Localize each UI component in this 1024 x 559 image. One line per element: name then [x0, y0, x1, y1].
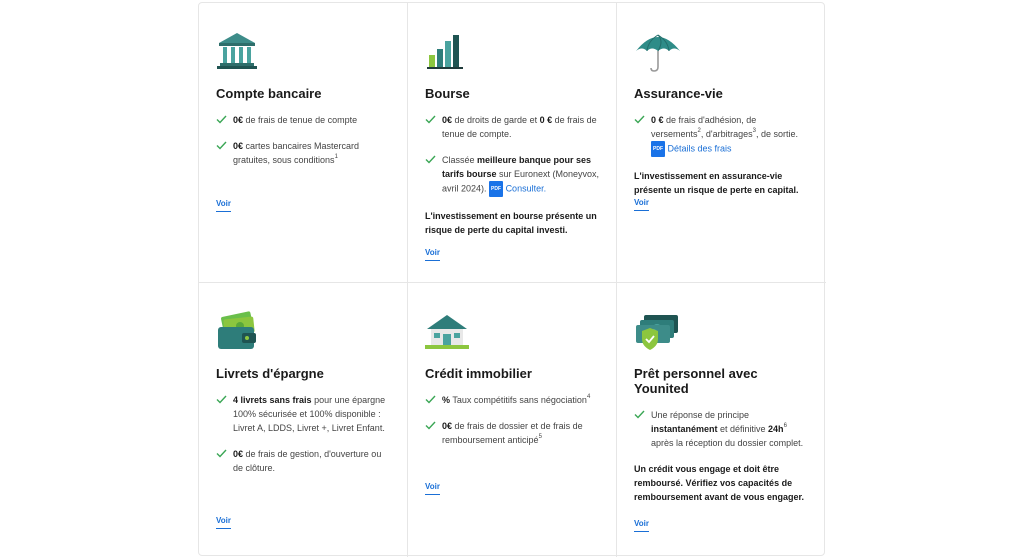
- card-title: Livrets d'épargne: [216, 366, 324, 381]
- feature-bold: 0€: [233, 115, 244, 125]
- card-title: Assurance-vie: [634, 86, 723, 101]
- feature-item: 0€ de frais de gestion, d'ouverture ou d…: [216, 447, 391, 475]
- footnote-ref[interactable]: 5: [539, 434, 542, 440]
- footnote-ref[interactable]: 6: [784, 423, 787, 429]
- consulter-link[interactable]: Consulter.: [506, 183, 547, 193]
- feature-text: de frais de gestion, d'ouverture ou de c…: [233, 449, 382, 473]
- check-icon: [216, 449, 227, 458]
- card-credit-immobilier: Crédit immobilier % Taux compétitifs san…: [408, 283, 617, 557]
- wallet-icon: [216, 311, 391, 351]
- feature-item: 0€ cartes bancaires Mastercard gratuites…: [216, 139, 391, 167]
- check-icon: [216, 395, 227, 404]
- house-icon: [425, 311, 600, 351]
- footnote-ref[interactable]: 4: [587, 394, 590, 400]
- feature-bold: 0€: [233, 141, 244, 151]
- risk-warning: Un crédit vous engage et doit être rembo…: [634, 464, 805, 502]
- check-icon: [425, 395, 436, 404]
- pdf-badge: PDF: [489, 181, 504, 197]
- feature-item: % Taux compétitifs sans négociation4: [425, 393, 600, 407]
- check-icon: [634, 410, 645, 419]
- feature-text: après la réception du dossier complet.: [651, 438, 804, 448]
- feature-text: et définitive: [717, 424, 769, 434]
- risk-warning: L'investissement en assurance-vie présen…: [634, 171, 799, 195]
- feature-bold: 24h: [768, 424, 784, 434]
- check-icon: [425, 115, 436, 124]
- feature-item: Classée meilleure banque pour ses tarifs…: [425, 153, 600, 197]
- offers-grid: Compte bancaire 0€ de frais de tenue de …: [198, 2, 826, 557]
- feature-bold: 0€: [233, 449, 244, 459]
- footnote-ref[interactable]: 2: [698, 128, 701, 134]
- umbrella-icon: [634, 31, 810, 72]
- feature-item: Une réponse de principe instantanément e…: [634, 408, 810, 450]
- card-compte-bancaire: Compte bancaire 0€ de frais de tenue de …: [199, 3, 408, 283]
- feature-item: 0 € de frais d'adhésion, de versements2,…: [634, 113, 810, 157]
- voir-link[interactable]: Voir: [634, 198, 649, 211]
- details-frais-link[interactable]: Détails des frais: [668, 143, 732, 153]
- feature-bold: 0€: [442, 421, 453, 431]
- check-icon: [425, 155, 436, 164]
- feature-text: Classée: [442, 155, 478, 165]
- card-assurance-vie: Assurance-vie 0 € de frais d'adhésion, d…: [617, 3, 826, 283]
- card-title: Prêt personnel avec Younited: [634, 366, 758, 396]
- voir-link[interactable]: Voir: [634, 519, 649, 532]
- card-bourse: Bourse 0€ de droits de garde et 0 € de f…: [408, 3, 617, 283]
- voir-link[interactable]: Voir: [425, 482, 440, 495]
- feature-item: 0€ de droits de garde et 0 € de frais de…: [425, 113, 600, 141]
- feature-item: 0€ de frais de tenue de compte: [216, 113, 391, 127]
- card-livrets-epargne: Livrets d'épargne 4 livrets sans frais p…: [199, 283, 408, 557]
- check-icon: [216, 141, 227, 150]
- bank-icon: [216, 31, 391, 71]
- feature-text: de frais de tenue de compte: [243, 115, 358, 125]
- pdf-badge: PDF: [651, 141, 665, 157]
- voir-link[interactable]: Voir: [216, 199, 231, 212]
- feature-text: , de sortie.: [755, 129, 798, 139]
- feature-bold: instantanément: [651, 424, 718, 434]
- voir-link[interactable]: Voir: [216, 516, 231, 529]
- risk-warning: L'investissement en bourse présente un r…: [425, 211, 597, 235]
- check-icon: [634, 115, 645, 124]
- feature-bold: 0€: [442, 115, 453, 125]
- voir-link[interactable]: Voir: [425, 248, 440, 261]
- feature-bold: 0 €: [539, 115, 553, 125]
- feature-text: Taux compétitifs sans négociation: [450, 395, 587, 405]
- check-icon: [216, 115, 227, 124]
- card-pret-personnel: Prêt personnel avec Younited Une réponse…: [617, 283, 826, 557]
- bar-chart-icon: [425, 31, 600, 71]
- feature-bold: %: [442, 395, 451, 405]
- card-title: Compte bancaire: [216, 86, 322, 101]
- feature-text: cartes bancaires Mastercard gratuites, s…: [233, 141, 360, 165]
- feature-item: 4 livrets sans frais pour une épargne 10…: [216, 393, 391, 435]
- cash-shield-icon: [634, 311, 810, 351]
- feature-text: Une réponse de principe: [651, 410, 750, 420]
- card-title: Crédit immobilier: [425, 366, 532, 381]
- footnote-ref[interactable]: 3: [753, 128, 756, 134]
- feature-text: de frais de dossier et de frais de rembo…: [442, 421, 583, 445]
- footnote-ref[interactable]: 1: [335, 154, 338, 160]
- feature-bold: 4 livrets sans frais: [233, 395, 312, 405]
- feature-item: 0€ de frais de dossier et de frais de re…: [425, 419, 600, 447]
- check-icon: [425, 421, 436, 430]
- card-title: Bourse: [425, 86, 470, 101]
- feature-text: , d'arbitrages: [700, 129, 753, 139]
- feature-bold: 0 €: [651, 115, 664, 125]
- feature-text: de droits de garde et: [452, 115, 540, 125]
